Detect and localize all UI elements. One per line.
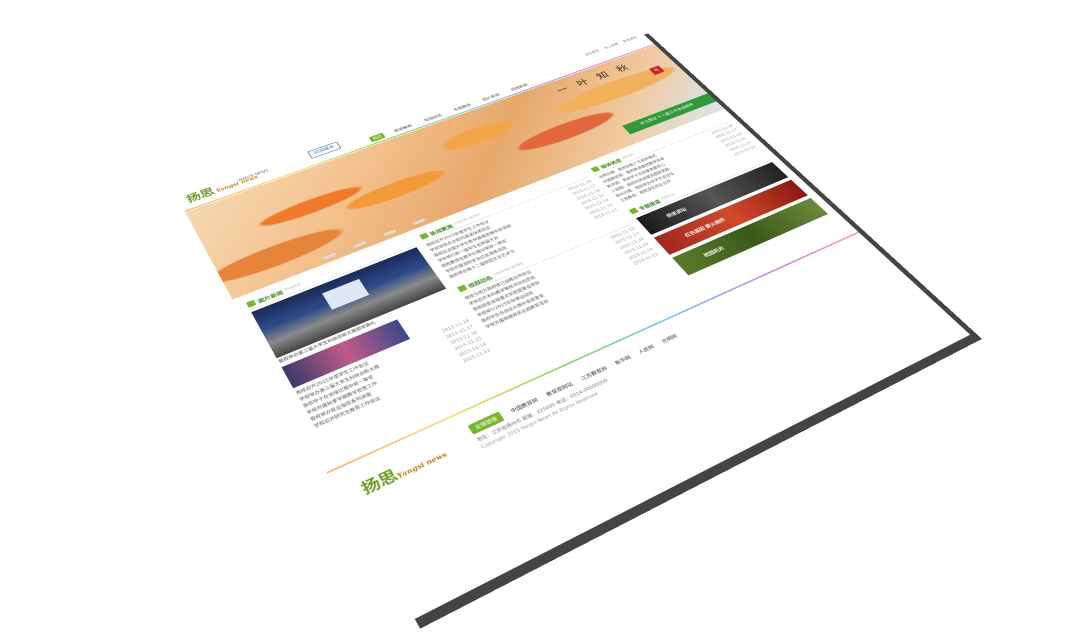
bookmark-link[interactable]: 加入收藏 (603, 42, 620, 50)
friend-links: 友情链接 中国教育网 教育部网站 江苏教育网 新华网 人民网 光明网 (467, 332, 679, 435)
media-icon (590, 166, 600, 172)
footer-address: 地址：江苏省扬州市 邮编：225000 电话：0514-00000000 (475, 378, 609, 444)
stage: 扬思Yangsi news YANGSI NEWS 校园媒体 首页 新闻聚焦 校… (0, 0, 1072, 549)
banner-seal: 秋 (649, 66, 665, 75)
footer-link[interactable]: 光明网 (660, 333, 679, 345)
footer-logo[interactable]: 扬思Yangsi news (356, 441, 450, 498)
camera-icon (246, 300, 256, 308)
section-subtitle: MEDIA (622, 153, 635, 160)
news-icon (419, 233, 429, 240)
footer-link[interactable]: 人民网 (637, 343, 656, 355)
topic-icon (629, 207, 639, 214)
webpage-mockup: 扬思Yangsi news YANGSI NEWS 校园媒体 首页 新闻聚焦 校… (175, 31, 970, 623)
contact-link[interactable]: 联系我们 (622, 36, 638, 44)
set-homepage-link[interactable]: 设为首页 (584, 49, 601, 57)
footer-link[interactable]: 新华网 (613, 354, 632, 366)
section-subtitle: PHOTO (285, 283, 302, 292)
campus-icon (457, 285, 468, 293)
projector-screen (322, 279, 369, 310)
section-subtitle: TOPICS (661, 193, 676, 201)
